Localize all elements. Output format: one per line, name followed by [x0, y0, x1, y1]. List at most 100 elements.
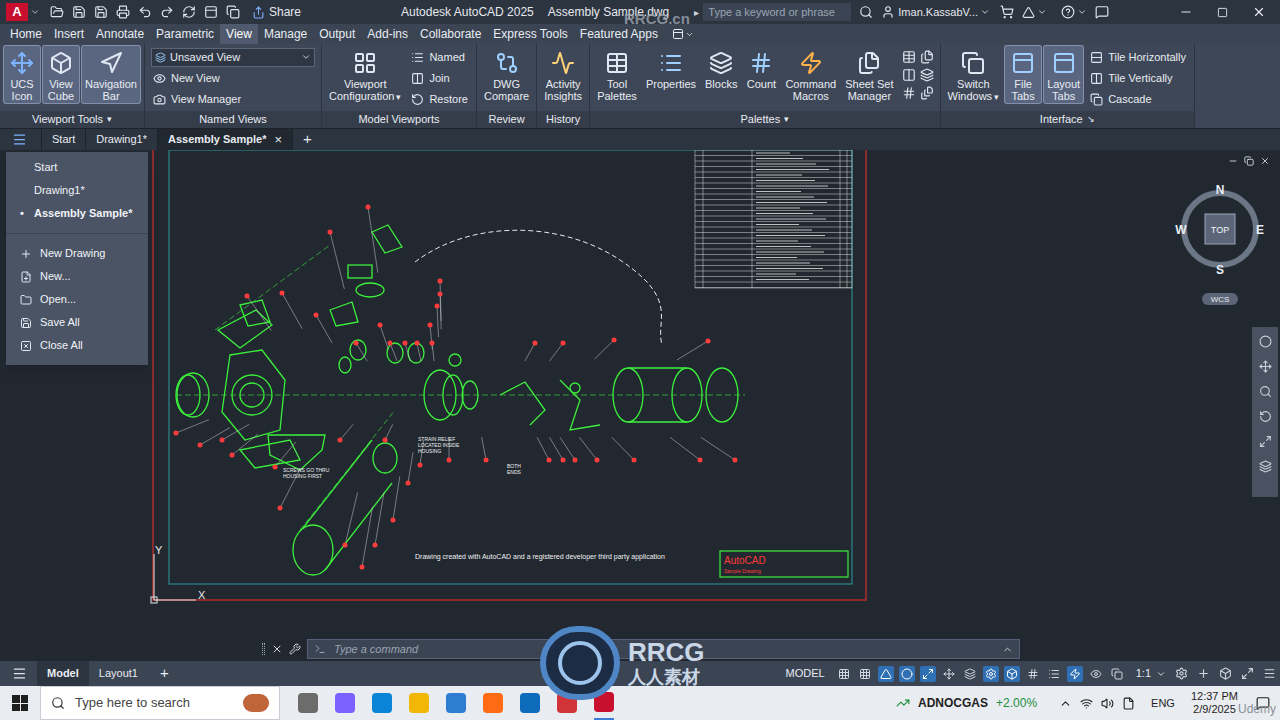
- quick-access-icon[interactable]: [94, 5, 108, 19]
- ribbon-button[interactable]: Properties: [643, 46, 699, 91]
- view-cube-face[interactable]: [1205, 214, 1235, 244]
- autodesk-menu-icon[interactable]: [1037, 7, 1047, 17]
- palette-icon[interactable]: [902, 50, 916, 64]
- palette-icon[interactable]: [920, 86, 934, 100]
- ribbon-panel-title[interactable]: Viewport Tools▾: [0, 111, 144, 128]
- layout-tab[interactable]: Model: [37, 661, 89, 686]
- new-tab-button[interactable]: +: [292, 128, 322, 151]
- quick-access-icon[interactable]: [138, 5, 152, 19]
- ribbon-panel-title[interactable]: Named Views: [145, 111, 321, 128]
- ribbon-small-button[interactable]: Join: [409, 69, 470, 87]
- ribbon-button[interactable]: Count: [743, 46, 779, 91]
- ribbon-tab[interactable]: Output: [313, 24, 361, 44]
- file-tab[interactable]: Start: [41, 129, 85, 150]
- status-toggle[interactable]: [1046, 666, 1062, 682]
- layout-tab[interactable]: Layout1: [89, 661, 148, 686]
- status-tool-icon[interactable]: [1263, 667, 1276, 680]
- ribbon-tab[interactable]: Annotate: [90, 24, 150, 44]
- ribbon-tab[interactable]: Insert: [48, 24, 90, 44]
- status-toggle[interactable]: [941, 666, 957, 682]
- status-toggle[interactable]: [983, 666, 999, 682]
- ribbon-button[interactable]: FileTabs: [1005, 46, 1041, 103]
- viewport-close-icon[interactable]: [1260, 156, 1270, 166]
- ribbon-button[interactable]: SwitchWindows▾: [945, 46, 1003, 104]
- quick-access-icon[interactable]: [182, 5, 196, 19]
- quick-access-icon[interactable]: [72, 5, 86, 19]
- new-layout-button[interactable]: +: [148, 662, 181, 685]
- status-toggle[interactable]: [899, 666, 915, 682]
- drawing-canvas[interactable]: SCREWS GO THRUHOUSING FIRSTSTRAIN RELIEF…: [0, 150, 1280, 661]
- close-icon[interactable]: [1252, 5, 1266, 19]
- cart-icon[interactable]: [1000, 5, 1014, 19]
- menu-action-item[interactable]: Save All: [6, 311, 148, 334]
- status-toggle[interactable]: [1025, 666, 1041, 682]
- ribbon-button[interactable]: ToolPalettes: [594, 46, 640, 103]
- menu-action-item[interactable]: Close All: [6, 334, 148, 357]
- search-icon[interactable]: [859, 5, 873, 19]
- ribbon-panel-title[interactable]: Palettes▾: [590, 111, 939, 128]
- close-tab-button[interactable]: ×: [274, 130, 282, 150]
- named-view-dropdown[interactable]: Unsaved View: [151, 48, 315, 67]
- taskbar-app[interactable]: [298, 686, 318, 720]
- compass-east[interactable]: E: [1256, 223, 1264, 237]
- menu-action-item[interactable]: New...: [6, 265, 148, 288]
- status-toggle[interactable]: [878, 666, 894, 682]
- app-menu-icon[interactable]: [30, 7, 40, 17]
- quick-access-icon[interactable]: [160, 5, 174, 19]
- ribbon-tab[interactable]: Express Tools: [487, 24, 573, 44]
- viewport-minimize-icon[interactable]: [1228, 156, 1238, 166]
- command-history-icon[interactable]: [1002, 644, 1013, 655]
- ribbon-panel-title[interactable]: History: [537, 111, 589, 128]
- minimize-icon[interactable]: [1179, 5, 1193, 19]
- search-field[interactable]: Type a keyword or phrase: [703, 3, 851, 21]
- ribbon-tab[interactable]: View: [220, 24, 258, 44]
- clock[interactable]: 12:37 PM2/9/2025: [1191, 690, 1238, 716]
- ribbon-button[interactable]: LayoutTabs: [1044, 46, 1083, 103]
- navigation-tool-icon[interactable]: [1259, 385, 1272, 398]
- status-tool-icon[interactable]: [1241, 667, 1254, 680]
- status-tool-icon[interactable]: [1197, 667, 1210, 680]
- palette-icon[interactable]: [920, 50, 934, 64]
- ribbon-options[interactable]: [672, 28, 694, 40]
- user-name[interactable]: Iman.KassabV...: [898, 4, 978, 21]
- status-toggle[interactable]: [1088, 666, 1104, 682]
- ribbon-tab[interactable]: Collaborate: [414, 24, 487, 44]
- ribbon-button[interactable]: DWGCompare: [481, 46, 532, 103]
- help-menu-icon[interactable]: [1077, 7, 1087, 17]
- menu-document-item[interactable]: •Assembly Sample*: [6, 202, 148, 225]
- ribbon-tab[interactable]: Parametric: [150, 24, 220, 44]
- compass-north[interactable]: N: [1216, 183, 1225, 197]
- search-expand-arrow[interactable]: ▸: [694, 5, 699, 20]
- palette-icon[interactable]: [920, 68, 934, 82]
- status-toggle[interactable]: [836, 666, 852, 682]
- status-toggle[interactable]: [1004, 666, 1020, 682]
- share-button[interactable]: Share: [252, 3, 301, 21]
- status-toggle[interactable]: [962, 666, 978, 682]
- ribbon-button[interactable]: UCSIcon: [4, 46, 40, 103]
- ribbon-small-button[interactable]: Named: [409, 48, 470, 66]
- taskbar-app[interactable]: [483, 686, 503, 720]
- tray-expand-icon[interactable]: [1059, 697, 1072, 710]
- close-command-icon[interactable]: [271, 643, 283, 655]
- ribbon-panel-title[interactable]: Model Viewports: [322, 111, 476, 128]
- model-space-button[interactable]: MODEL: [786, 665, 825, 682]
- quick-access-icon[interactable]: [50, 5, 64, 19]
- taskbar-app[interactable]: [520, 686, 540, 720]
- view-cube[interactable]: TOPNSWEWCS: [1170, 180, 1270, 310]
- ribbon-button[interactable]: ViewportConfiguration▾: [326, 46, 404, 104]
- navigation-tool-icon[interactable]: [1259, 410, 1272, 423]
- status-toggle[interactable]: [920, 666, 936, 682]
- feedback-icon[interactable]: [1095, 5, 1109, 19]
- ribbon-panel-title[interactable]: Interface↘: [941, 111, 1195, 128]
- status-tool-icon[interactable]: [1219, 667, 1232, 680]
- navigation-tool-icon[interactable]: [1259, 335, 1272, 348]
- quick-access-icon[interactable]: [226, 5, 240, 19]
- customize-icon[interactable]: [289, 643, 301, 655]
- ribbon-panel-title[interactable]: Review: [477, 111, 536, 128]
- input-language[interactable]: ENG: [1151, 695, 1175, 712]
- status-toggle[interactable]: [1067, 666, 1083, 682]
- navigation-tool-icon[interactable]: [1259, 460, 1272, 473]
- taskbar-search[interactable]: Type here to search: [40, 686, 280, 720]
- ribbon-button[interactable]: ViewCube: [43, 46, 79, 103]
- quick-access-icon[interactable]: [204, 5, 218, 19]
